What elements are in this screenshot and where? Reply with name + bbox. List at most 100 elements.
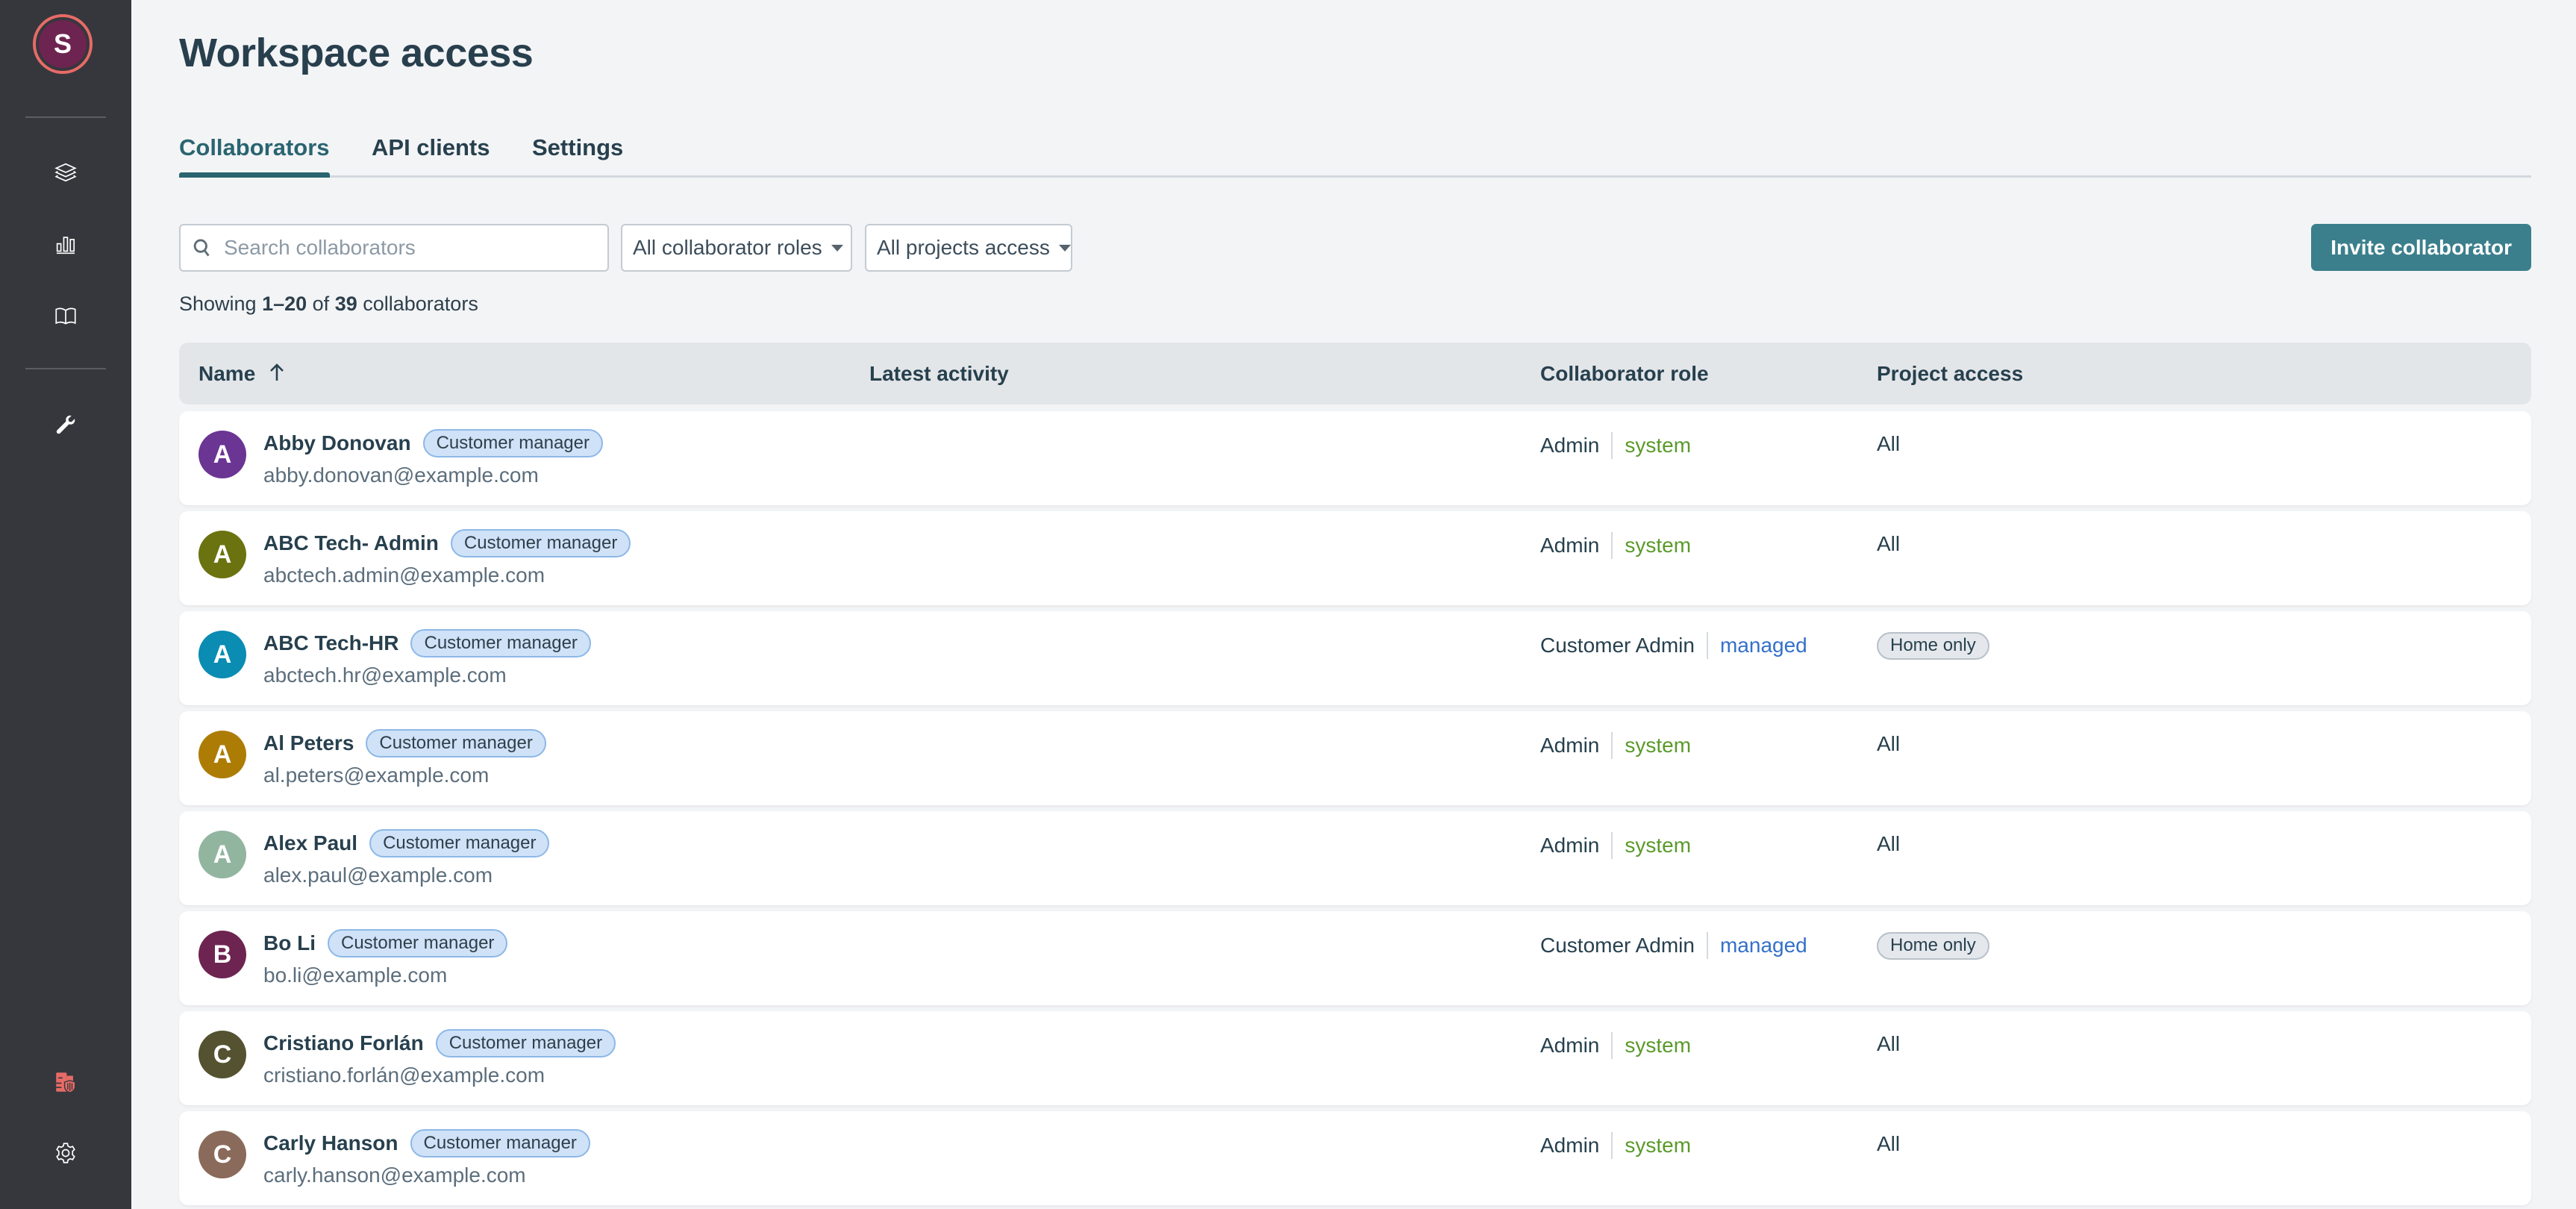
collaborator-email: cristiano.forlán@example.com xyxy=(263,1063,545,1087)
column-header-collaborator-role[interactable]: Collaborator role xyxy=(1540,362,1709,386)
sort-ascending-icon[interactable] xyxy=(269,363,285,382)
search-icon xyxy=(193,239,210,257)
sidebar-item-workspace-access[interactable] xyxy=(51,1067,81,1097)
gear-icon xyxy=(56,1143,75,1163)
role-divider xyxy=(1611,732,1613,759)
role-divider xyxy=(1706,932,1708,959)
project-access-value: All xyxy=(1877,432,1901,455)
chevron-down-icon xyxy=(1058,244,1071,252)
collaborator-name: Carly Hanson xyxy=(263,1131,398,1155)
results-total: 39 xyxy=(334,293,357,315)
wrench-icon xyxy=(56,415,75,434)
collaborator-role-cell: Admin system xyxy=(1540,532,1691,559)
avatar: A xyxy=(198,631,246,678)
collaborator-email: carly.hanson@example.com xyxy=(263,1163,526,1187)
page-title: Workspace access xyxy=(179,31,534,75)
project-access-cell: Home only xyxy=(1877,631,1989,660)
tab-collaborators[interactable]: Collaborators xyxy=(179,134,330,178)
role-name: Customer Admin xyxy=(1540,934,1695,957)
project-access-cell: All xyxy=(1877,832,1900,856)
avatar: A xyxy=(198,431,246,478)
avatar: C xyxy=(198,1131,246,1178)
sidebar-divider xyxy=(25,368,106,369)
search-input[interactable] xyxy=(222,235,584,260)
role-type: system xyxy=(1625,1134,1692,1157)
collaborator-email: bo.li@example.com xyxy=(263,963,448,987)
column-header-name[interactable]: Name xyxy=(198,362,285,386)
role-type: system xyxy=(1625,734,1692,757)
customer-manager-badge: Customer manager xyxy=(328,929,508,957)
sidebar-item-tools[interactable] xyxy=(51,410,81,440)
table-row[interactable]: C Carly Hanson Customer manager carly.hanso… xyxy=(179,1111,2531,1205)
project-access-cell: All xyxy=(1877,732,1900,756)
collaborator-email: abby.donovan@example.com xyxy=(263,463,539,487)
role-name: Customer Admin xyxy=(1540,634,1695,657)
collaborator-name: Alex Paul xyxy=(263,831,358,855)
collaborator-name: Bo Li xyxy=(263,931,316,955)
projects-filter-value: All projects access xyxy=(877,236,1050,259)
table-row[interactable]: C Cristiano Forlán Customer manager cristia… xyxy=(179,1011,2531,1105)
role-type: system xyxy=(1625,834,1692,857)
user-avatar-initial: S xyxy=(39,20,87,68)
role-name: Admin xyxy=(1540,734,1600,757)
project-access-value: All xyxy=(1877,732,1901,755)
projects-filter-dropdown[interactable]: All projects access xyxy=(865,224,1072,272)
name-line: Cristiano Forlán Customer manager xyxy=(263,1029,616,1058)
customer-manager-badge: Customer manager xyxy=(366,729,546,757)
table-row[interactable]: A Al Peters Customer manager al.peters@exam… xyxy=(179,711,2531,805)
collaborator-role-cell: Admin system xyxy=(1540,832,1691,859)
invite-collaborator-button[interactable]: Invite collaborator xyxy=(2311,224,2531,271)
project-access-value: All xyxy=(1877,1132,1901,1155)
search-field[interactable] xyxy=(179,224,609,272)
sidebar-item-settings[interactable] xyxy=(51,1138,81,1168)
project-access-cell: Home only xyxy=(1877,931,1989,960)
collaborator-role-cell: Customer Admin managed xyxy=(1540,632,1807,659)
collaborator-email: abctech.admin@example.com xyxy=(263,563,545,587)
role-type: system xyxy=(1625,434,1692,457)
role-divider xyxy=(1611,432,1613,459)
project-access-pill: Home only xyxy=(1877,631,1989,660)
role-divider xyxy=(1611,832,1613,859)
project-access-cell: All xyxy=(1877,532,1900,556)
collaborator-email: al.peters@example.com xyxy=(263,763,490,787)
results-count-suffix: collaborators xyxy=(357,293,478,315)
customer-manager-badge: Customer manager xyxy=(410,1129,590,1158)
table-header: Name Latest activity Collaborator role P… xyxy=(179,343,2531,404)
collaborator-role-cell: Admin system xyxy=(1540,1032,1691,1059)
project-access-value: All xyxy=(1877,1032,1901,1055)
chevron-down-icon xyxy=(831,244,843,252)
table-row[interactable]: B Bo Li Customer manager bo.li@example.com C… xyxy=(179,911,2531,1005)
bar-chart-icon xyxy=(56,237,75,254)
column-header-project-access[interactable]: Project access xyxy=(1877,362,2023,386)
sidebar-item-analytics[interactable] xyxy=(51,230,81,260)
book-icon xyxy=(55,307,76,325)
project-access-cell: All xyxy=(1877,1132,1900,1156)
tab-settings[interactable]: Settings xyxy=(532,134,623,173)
project-access-pill: Home only xyxy=(1877,931,1989,960)
table-row[interactable]: A ABC Tech- Admin Customer manager abctech.… xyxy=(179,511,2531,605)
sidebar-item-documentation[interactable] xyxy=(51,301,81,331)
sidebar: S xyxy=(0,0,131,1209)
table-row[interactable]: A Alex Paul Customer manager alex.paul@exam… xyxy=(179,811,2531,905)
tab-api-clients[interactable]: API clients xyxy=(372,134,490,173)
user-avatar[interactable]: S xyxy=(33,14,93,74)
roles-filter-dropdown[interactable]: All collaborator roles xyxy=(621,224,852,272)
collaborator-role-cell: Admin system xyxy=(1540,1132,1691,1159)
customer-manager-badge: Customer manager xyxy=(369,829,550,857)
results-count-prefix: Showing xyxy=(179,293,263,315)
sidebar-item-projects[interactable] xyxy=(51,157,81,187)
name-line: Abby Donovan Customer manager xyxy=(263,429,603,457)
avatar: A xyxy=(198,831,246,878)
table-row[interactable]: A Abby Donovan Customer manager abby.donova… xyxy=(179,411,2531,505)
building-shield-icon xyxy=(56,1072,76,1093)
column-header-latest-activity[interactable]: Latest activity xyxy=(869,362,1009,386)
roles-filter-value: All collaborator roles xyxy=(633,236,822,259)
table-row[interactable]: A ABC Tech-HR Customer manager abctech.hr@e… xyxy=(179,611,2531,705)
collaborator-email: abctech.hr@example.com xyxy=(263,663,507,687)
collaborator-name: ABC Tech-HR xyxy=(263,631,399,655)
avatar: A xyxy=(198,531,246,578)
customer-manager-badge: Customer manager xyxy=(410,629,591,657)
project-access-value: All xyxy=(1877,532,1901,555)
role-divider xyxy=(1611,532,1613,559)
customer-manager-badge: Customer manager xyxy=(450,529,631,557)
